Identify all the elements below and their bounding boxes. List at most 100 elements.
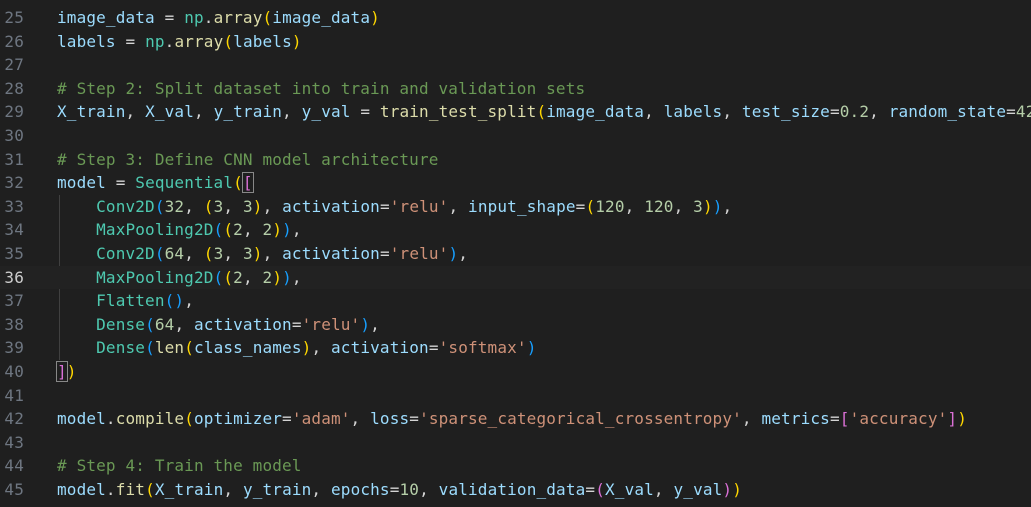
code-line-37[interactable]: 37 Flatten(), <box>0 289 1031 313</box>
code-token: = <box>428 338 439 358</box>
code-token: [ <box>839 409 850 429</box>
code-token: , <box>311 480 331 499</box>
code-token: model <box>57 409 106 429</box>
code-token: , <box>193 102 214 122</box>
code-token: 120 <box>644 196 674 216</box>
code-token: ( <box>145 338 155 358</box>
code-text[interactable]: model = Sequential([ <box>57 171 254 195</box>
code-text[interactable]: Dense(len(class_names), activation='soft… <box>57 336 536 360</box>
code-token: metrics <box>761 409 830 429</box>
code-token: , <box>419 480 439 499</box>
code-token: Dense <box>96 314 146 334</box>
code-line-34[interactable]: 34 MaxPooling2D((2, 2)), <box>0 218 1031 242</box>
code-text[interactable]: Dense(64, activation='relu'), <box>57 313 380 337</box>
code-line-33[interactable]: 33 Conv2D(32, (3, 3), activation='relu',… <box>0 195 1031 219</box>
code-token: 'relu' <box>301 314 361 334</box>
code-token: = <box>829 409 840 429</box>
code-line-30[interactable]: 30 <box>0 124 1031 148</box>
code-line-39[interactable]: 39 Dense(len(class_names), activation='s… <box>0 336 1031 360</box>
code-token: 3 <box>242 244 253 263</box>
code-token: X_train <box>57 102 126 122</box>
code-token: 'adam' <box>291 409 351 429</box>
code-text[interactable]: MaxPooling2D((2, 2)), <box>57 218 302 242</box>
code-text[interactable]: ]) <box>56 360 77 384</box>
code-token: , <box>458 244 469 263</box>
code-token: input_shape <box>468 196 576 216</box>
code-token: , <box>653 480 674 499</box>
code-text[interactable]: model.fit(X_train, y_train, epochs=10, v… <box>57 478 742 502</box>
code-token: random_state <box>888 102 1007 122</box>
code-token: 2 <box>262 267 273 287</box>
code-text[interactable]: # Step 2: Split dataset into train and v… <box>57 77 585 101</box>
code-token: . <box>105 480 116 499</box>
code-text[interactable]: # Step 4: Train the model <box>57 454 302 478</box>
code-line-38[interactable]: 38 Dense(64, activation='relu'), <box>0 313 1031 337</box>
code-line-44[interactable]: 44 # Step 4: Train the model <box>0 454 1031 478</box>
code-token: ) <box>301 338 312 358</box>
code-line-25[interactable]: 25 image_data = np.array(image_data) <box>0 6 1031 30</box>
code-token: ) <box>732 480 743 499</box>
code-token: image_data <box>272 8 371 27</box>
code-token: = <box>389 480 400 499</box>
code-token: 2 <box>262 220 273 240</box>
code-token: 0.2 <box>839 102 870 122</box>
code-token: ) <box>448 244 459 263</box>
code-token: ] <box>947 409 958 429</box>
code-text[interactable]: Flatten(), <box>57 289 194 313</box>
code-token: ) <box>957 409 967 429</box>
code-editor[interactable]: 25 image_data = np.array(image_data) 26 lab… <box>0 0 1031 507</box>
code-token: y_val <box>301 102 351 122</box>
code-token: , <box>125 102 146 122</box>
code-token: class_names <box>194 338 302 358</box>
code-text[interactable]: MaxPooling2D((2, 2)), <box>57 266 302 290</box>
line-number: 32 <box>4 173 24 193</box>
code-line-26[interactable]: 26 labels = np.array(labels) <box>0 30 1031 54</box>
code-token: activation <box>282 244 380 263</box>
code-token: activation <box>194 314 292 334</box>
code-text[interactable]: labels = np.array(labels) <box>57 30 302 54</box>
code-token: ( <box>223 220 234 240</box>
code-line-29[interactable]: 29 X_train, X_val, y_train, y_val = train… <box>0 100 1031 124</box>
code-line-31[interactable]: 31 # Step 3: Define CNN model architectur… <box>0 148 1031 172</box>
code-line-41[interactable]: 41 <box>0 384 1031 408</box>
code-line-32[interactable]: 32 model = Sequential([ <box>0 171 1031 195</box>
code-line-40[interactable]: 40]) <box>0 360 1031 384</box>
line-number: 38 <box>4 314 24 334</box>
code-line-35[interactable]: 35 Conv2D(64, (3, 3), activation='relu')… <box>0 242 1031 266</box>
code-token: np <box>184 8 204 27</box>
code-token: 'accuracy' <box>849 409 948 429</box>
line-number: 37 <box>4 291 24 311</box>
code-line-45[interactable]: 45 model.fit(X_train, y_train, epochs=10,… <box>0 478 1031 502</box>
code-token: ) <box>282 220 292 240</box>
code-token: ( <box>213 267 224 287</box>
code-token: , <box>448 196 469 216</box>
code-text[interactable]: Conv2D(64, (3, 3), activation='relu'), <box>57 242 468 266</box>
code-token: X_train <box>154 480 224 499</box>
code-token: 'softmax' <box>438 338 527 358</box>
code-token: Flatten <box>96 291 165 311</box>
line-number: 45 <box>4 480 24 499</box>
code-token: labels <box>57 31 116 51</box>
code-text[interactable]: # Step 3: Define CNN model architecture <box>57 148 439 172</box>
code-token: 120 <box>595 196 625 216</box>
code-line-42[interactable]: 42 model.compile(optimizer='adam', loss='… <box>0 407 1031 431</box>
code-line-28[interactable]: 28 # Step 2: Split dataset into train and… <box>0 77 1031 101</box>
code-token: 42 <box>1015 102 1031 122</box>
code-text[interactable]: X_train, X_val, y_train, y_val = train_t… <box>57 100 1031 124</box>
code-line-43[interactable]: 43 <box>0 431 1031 455</box>
code-token: y_train <box>242 480 312 499</box>
code-line-36[interactable]: 36 MaxPooling2D((2, 2)), <box>0 265 1031 290</box>
code-token: [ <box>241 172 254 194</box>
line-number: 28 <box>4 78 24 98</box>
code-text[interactable]: Conv2D(32, (3, 3), activation='relu', in… <box>57 195 732 219</box>
code-token: , <box>262 244 283 263</box>
code-text[interactable]: model.compile(optimizer='adam', loss='sp… <box>57 407 967 431</box>
code-token: ( <box>223 31 234 51</box>
code-line-27[interactable]: 27 <box>0 53 1031 77</box>
line-number: 41 <box>4 385 24 405</box>
code-token: ( <box>203 244 214 263</box>
code-text[interactable]: image_data = np.array(image_data) <box>57 6 380 30</box>
code-token: ( <box>536 102 547 122</box>
